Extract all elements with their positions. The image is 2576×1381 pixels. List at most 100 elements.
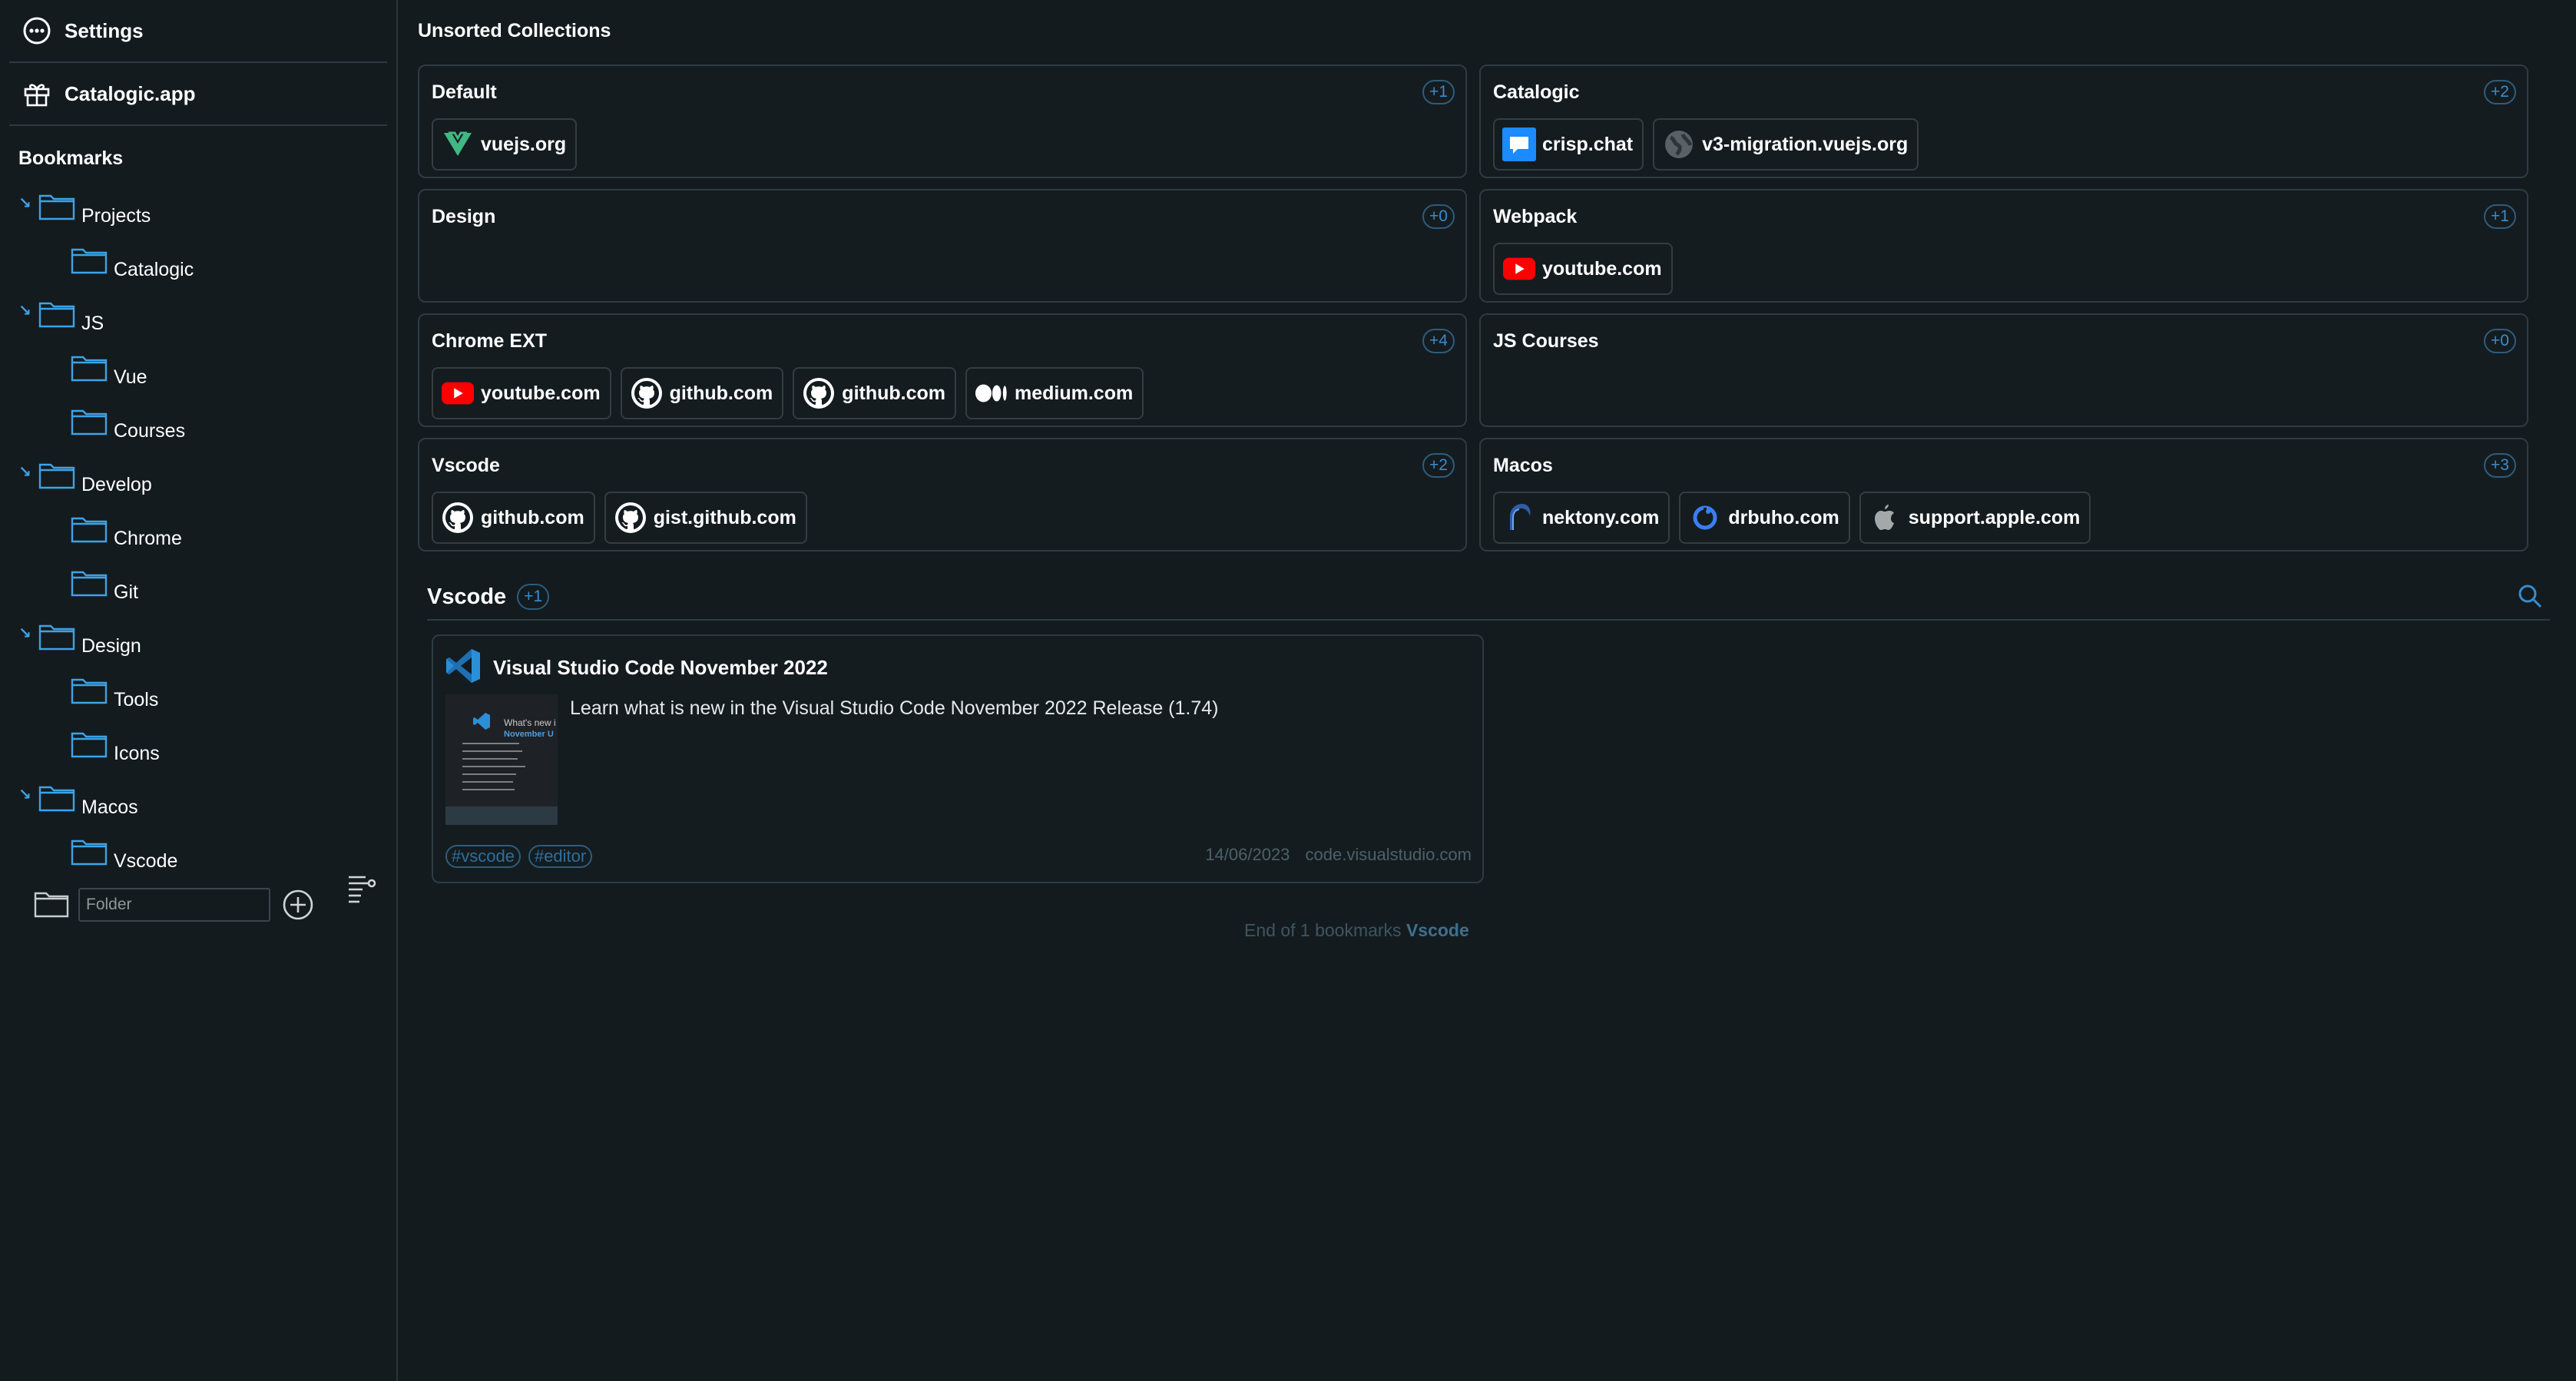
bookmark-chip[interactable]: vuejs.org [432,118,578,171]
folder-item[interactable]: ↘ Projects [0,184,396,238]
collection-card[interactable]: Macos +3 nektony.com drbuho.com support.appl… [1479,438,2528,551]
medium-icon [975,376,1008,410]
catalogic-app-link[interactable]: Catalogic.app [9,63,387,126]
chip-label: github.com [669,382,773,404]
collection-title: Webpack [1493,206,1578,227]
bookmark-card[interactable]: Visual Studio Code November 2022 What's … [432,634,1484,883]
search-icon[interactable] [2516,582,2547,613]
folder-item[interactable]: ↘ Macos [0,776,396,830]
collection-card[interactable]: Design +0 [418,189,1467,303]
collection-count-badge[interactable]: +4 [1422,329,1455,353]
folder-item[interactable]: Courses [0,399,396,453]
bookmark-chip[interactable]: medium.com [965,367,1144,419]
bookmark-title: Visual Studio Code November 2022 [493,656,828,679]
bookmark-description: Learn what is new in the Visual Studio C… [570,697,1219,719]
collection-card[interactable]: Webpack +1 youtube.com [1479,189,2528,303]
collection-card[interactable]: Vscode +2 github.com gist.github.com [418,438,1467,551]
chip-label: gist.github.com [653,506,796,528]
chip-label: nektony.com [1542,506,1660,528]
collapse-arrow-icon[interactable]: ↘ [18,194,31,213]
collapse-arrow-icon[interactable]: ↘ [18,301,31,320]
collection-count-badge[interactable]: +2 [2484,80,2516,104]
folder-icon [71,730,108,758]
bookmark-domain[interactable]: code.visualstudio.com [1306,845,1472,864]
folder-icon [71,569,108,597]
sort-options-icon[interactable] [346,873,379,906]
collection-title: JS Courses [1493,330,1599,352]
collection-count-badge[interactable]: +1 [1422,80,1455,104]
folder-item[interactable]: Tools [0,668,396,722]
collection-count-badge[interactable]: +0 [1422,204,1455,229]
bookmark-chip[interactable]: youtube.com [1493,243,1673,295]
chip-list: crisp.chat v3-migration.vuejs.org [1493,118,1919,171]
folder-icon [71,354,108,382]
bookmark-chip[interactable]: github.com [793,367,957,419]
folder-item[interactable]: Icons [0,722,396,776]
bookmark-chip[interactable]: gist.github.com [604,492,807,544]
bookmark-chip[interactable]: support.apple.com [1859,492,2091,544]
collection-title: Default [432,81,497,103]
folder-item[interactable]: ↘ Design [0,614,396,668]
chip-list: vuejs.org [432,118,578,171]
folder-label: JS [81,312,104,334]
folder-item[interactable]: ↘ Develop [0,453,396,507]
bookmark-chip[interactable]: drbuho.com [1679,492,1850,544]
tag-badge[interactable]: #vscode [445,845,521,868]
folder-label: Macos [81,796,138,818]
main-content: Unsorted Collections Default +1 vuejs.org C… [399,0,2576,1381]
bookmark-tags: #vscode #editor [445,845,593,868]
end-of-list-note: End of 1 bookmarks Vscode [1244,920,1469,941]
vscode-icon [444,647,482,685]
folder-icon [34,889,69,922]
bookmark-chip[interactable]: crisp.chat [1493,118,1644,171]
bookmarks-title: Bookmarks [18,147,124,169]
thumbnail-heading: What's new i [504,717,556,728]
section-title: Vscode [427,584,507,609]
chip-label: vuejs.org [481,133,567,155]
github-icon [614,501,647,535]
folder-item[interactable]: ↘ JS [0,292,396,346]
collection-card[interactable]: JS Courses +0 [1479,313,2528,427]
folder-label: Icons [114,742,160,764]
collection-title: Catalogic [1493,81,1580,103]
collection-count-badge[interactable]: +3 [2484,453,2516,478]
folder-icon [71,677,108,704]
bookmark-chip[interactable]: github.com [620,367,784,419]
collection-count-badge[interactable]: +1 [2484,204,2516,229]
collapse-arrow-icon[interactable]: ↘ [18,785,31,804]
vue-icon [441,128,475,161]
more-dots-icon [22,15,52,46]
folder-label: Courses [114,419,186,442]
bookmark-chip[interactable]: nektony.com [1493,492,1670,544]
collection-card[interactable]: Default +1 vuejs.org [418,65,1467,178]
folder-item[interactable]: Git [0,561,396,614]
folder-label: Catalogic [114,258,194,280]
chip-list: youtube.com [1493,243,1673,295]
youtube-icon [441,376,475,410]
collection-card[interactable]: Catalogic +2 crisp.chat v3-migration.vuejs.… [1479,65,2528,178]
folder-label: Develop [81,473,152,495]
folder-item[interactable]: Chrome [0,507,396,561]
collection-count-badge[interactable]: +0 [2484,329,2516,353]
app-label: Catalogic.app [65,81,196,105]
add-folder-button[interactable] [281,888,315,922]
settings-link[interactable]: Settings [9,0,387,63]
collapse-arrow-icon[interactable]: ↘ [18,624,31,643]
folder-item[interactable]: Vscode [0,830,396,883]
chip-label: v3-migration.vuejs.org [1702,133,1909,155]
folder-name-input[interactable] [78,888,270,922]
collection-card[interactable]: Chrome EXT +4 youtube.com github.com github.… [418,313,1467,427]
bookmark-chip[interactable]: youtube.com [432,367,611,419]
chip-list: nektony.com drbuho.com support.apple.com [1493,492,2091,544]
collapse-arrow-icon[interactable]: ↘ [18,462,31,482]
section-count-badge: +1 [517,584,550,610]
chip-label: youtube.com [1542,257,1662,280]
bookmark-date: 14/06/2023 [1205,845,1290,864]
tag-badge[interactable]: #editor [528,845,593,868]
bookmark-chip[interactable]: v3-migration.vuejs.org [1653,118,1919,171]
bookmark-chip[interactable]: github.com [432,492,595,544]
collection-count-badge[interactable]: +2 [1422,453,1455,478]
folder-label: Tools [114,688,159,710]
folder-item[interactable]: Catalogic [0,238,396,292]
folder-item[interactable]: Vue [0,346,396,399]
